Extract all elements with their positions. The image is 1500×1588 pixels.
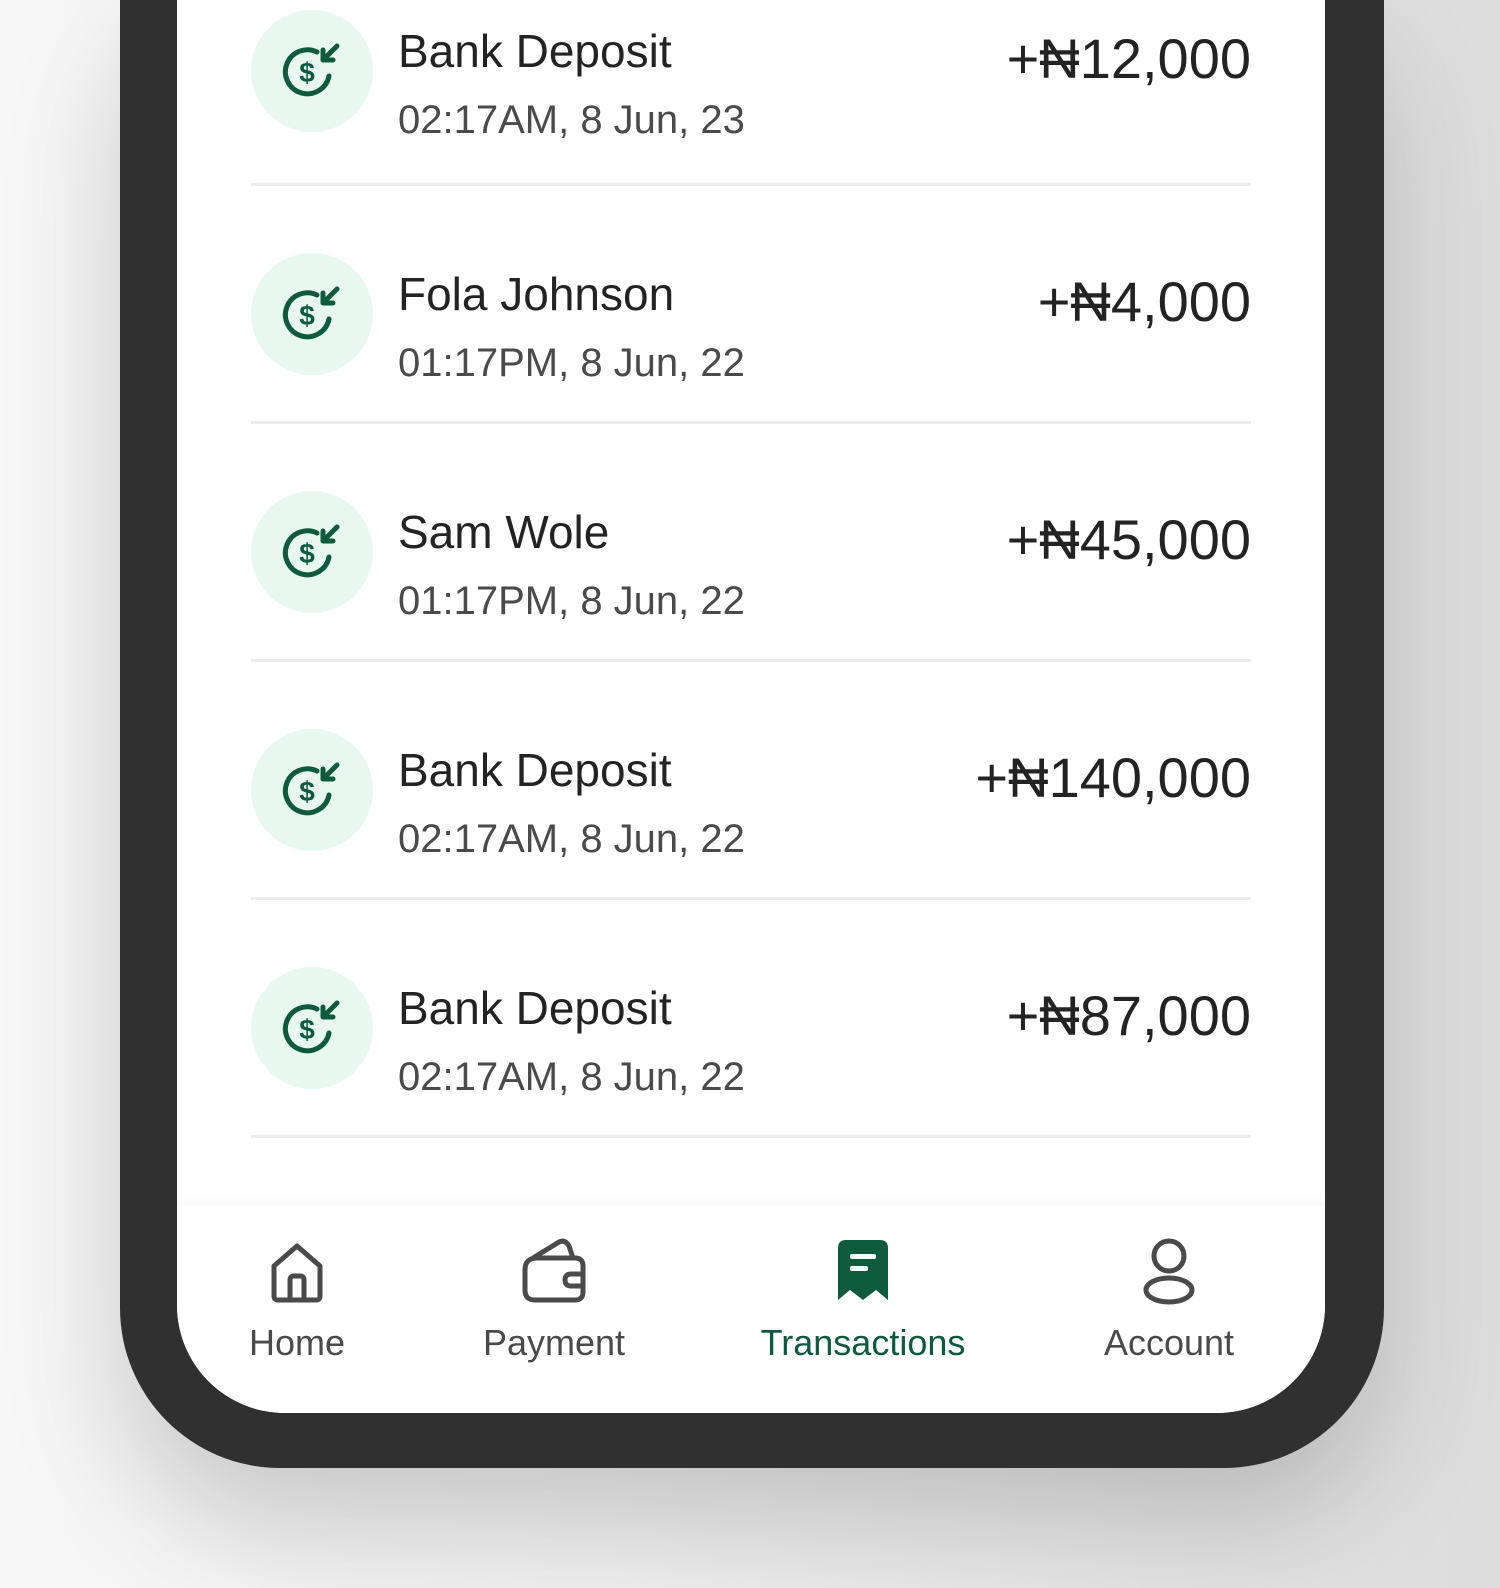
wallet-icon <box>519 1236 589 1306</box>
transaction-name: Sam Wole <box>398 506 610 558</box>
home-icon <box>262 1236 332 1306</box>
svg-text:$: $ <box>299 57 315 88</box>
nav-payment[interactable]: Payment <box>439 1206 669 1366</box>
transaction-row[interactable]: $ Bank Deposit 02:17AM, 8 Jun, 22 +₦140,… <box>251 662 1251 900</box>
svg-text:$: $ <box>299 1014 315 1045</box>
nav-label: Account <box>1103 1322 1235 1363</box>
transaction-name: Bank Deposit <box>398 25 672 77</box>
receipt-icon <box>828 1236 898 1306</box>
svg-text:$: $ <box>299 776 315 807</box>
transaction-row[interactable]: $ Fola Johnson 01:17PM, 8 Jun, 22 +₦4,00… <box>251 186 1251 424</box>
transaction-amount: +₦87,000 <box>1006 984 1251 1047</box>
transaction-amount: +₦12,000 <box>1006 27 1251 90</box>
transaction-row[interactable]: $ Bank Deposit 02:17AM, 8 Jun, 23 +₦12,0… <box>251 0 1251 186</box>
dollar-receive-icon: $ <box>251 253 373 375</box>
dollar-receive-icon: $ <box>251 729 373 851</box>
transaction-amount: +₦4,000 <box>1037 270 1251 333</box>
user-icon <box>1134 1236 1204 1306</box>
transaction-name: Bank Deposit <box>398 982 672 1034</box>
nav-account[interactable]: Account <box>1054 1206 1284 1366</box>
nav-home[interactable]: Home <box>182 1206 412 1366</box>
transaction-time: 02:17AM, 8 Jun, 22 <box>398 817 745 861</box>
transaction-time: 02:17AM, 8 Jun, 23 <box>398 98 745 142</box>
nav-label: Transactions <box>760 1322 966 1363</box>
nav-label: Payment <box>482 1322 626 1363</box>
nav-transactions[interactable]: Transactions <box>748 1206 978 1366</box>
transaction-amount: +₦45,000 <box>1006 508 1251 571</box>
transaction-time: 01:17PM, 8 Jun, 22 <box>398 579 745 623</box>
dollar-receive-icon: $ <box>251 967 373 1089</box>
transaction-amount: +₦140,000 <box>975 746 1251 809</box>
phone-screen: $ Bank Deposit 02:17AM, 8 Jun, 23 +₦12,0… <box>177 0 1325 1413</box>
svg-text:$: $ <box>299 538 315 569</box>
transaction-row[interactable]: $ Sam Wole 01:17PM, 8 Jun, 22 +₦45,000 <box>251 424 1251 662</box>
svg-text:$: $ <box>299 300 315 331</box>
dollar-receive-icon: $ <box>251 491 373 613</box>
transaction-row[interactable]: $ Bank Deposit 02:17AM, 8 Jun, 22 +₦87,0… <box>251 900 1251 1138</box>
transaction-time: 01:17PM, 8 Jun, 22 <box>398 341 745 385</box>
transaction-list: $ Bank Deposit 02:17AM, 8 Jun, 23 +₦12,0… <box>251 0 1251 1138</box>
transaction-time: 02:17AM, 8 Jun, 22 <box>398 1055 745 1099</box>
dollar-receive-icon: $ <box>251 10 373 132</box>
bottom-nav: Home Payment Transactions Account <box>177 1206 1325 1413</box>
transaction-name: Fola Johnson <box>398 268 675 320</box>
nav-label: Home <box>248 1322 346 1363</box>
transaction-name: Bank Deposit <box>398 744 672 796</box>
